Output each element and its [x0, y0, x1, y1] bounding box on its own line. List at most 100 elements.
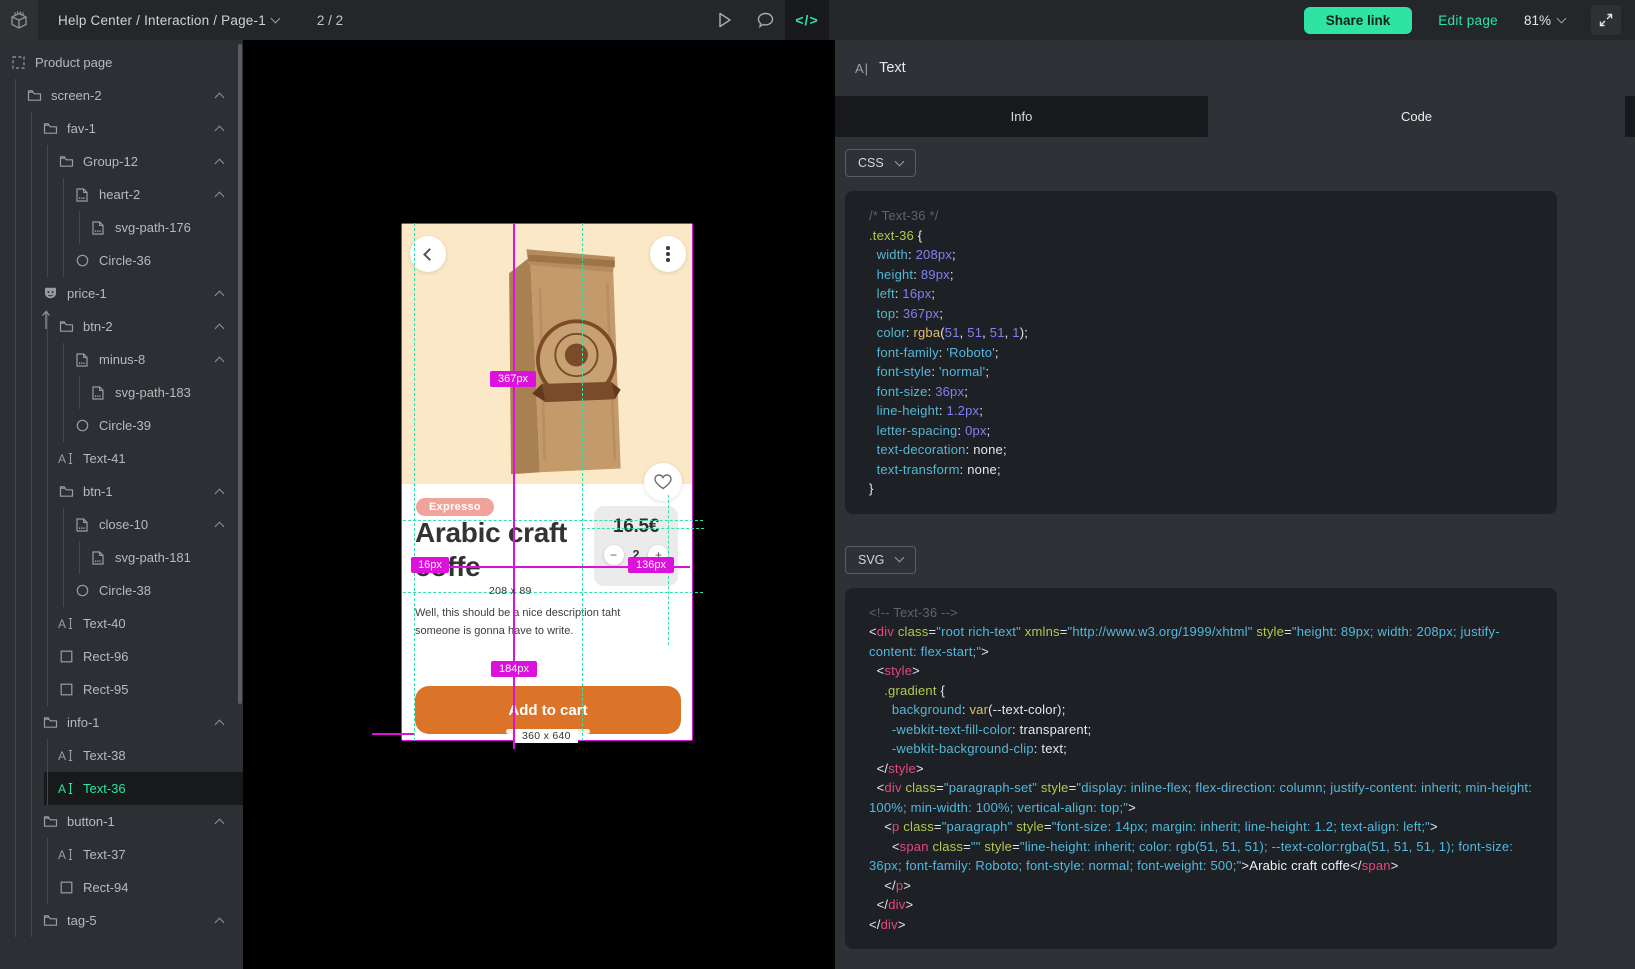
layer-label: Text-38 — [83, 748, 126, 763]
layer-minus-8[interactable]: minus-8 — [0, 343, 243, 376]
layer-Text-36[interactable]: AText-36 — [0, 772, 243, 805]
layer-label: Text-40 — [83, 616, 126, 631]
folder-icon — [42, 814, 58, 830]
chevron-up-icon[interactable] — [215, 918, 225, 928]
chevron-up-icon[interactable] — [215, 522, 225, 532]
layer-Group-12[interactable]: Group-12 — [0, 145, 243, 178]
code-line: <div class="root rich-text" xmlns="http:… — [869, 622, 1533, 661]
fullscreen-button[interactable] — [1591, 5, 1621, 35]
chevron-up-icon[interactable] — [215, 291, 225, 301]
chevron-down-icon[interactable] — [270, 13, 280, 23]
layer-Circle-38[interactable]: Circle-38 — [0, 574, 243, 607]
layer-label: tag-5 — [67, 913, 97, 928]
layer-price-1[interactable]: price-1 — [0, 277, 243, 310]
chevron-up-icon[interactable] — [215, 93, 225, 103]
favorite-button[interactable] — [644, 463, 682, 501]
code-line: -webkit-background-clip: text; — [869, 739, 1533, 759]
layer-Text-41[interactable]: AText-41 — [0, 442, 243, 475]
css-code-block[interactable]: /* Text-36 */.text-36 { width: 208px; he… — [845, 191, 1557, 514]
layer-screen-2[interactable]: screen-2 — [0, 79, 243, 112]
chevron-up-icon[interactable] — [215, 720, 225, 730]
code-line: background: var(--text-color); — [869, 700, 1533, 720]
chevron-up-icon[interactable] — [215, 126, 225, 136]
layer-Rect-94[interactable]: Rect-94 — [0, 871, 243, 904]
text-layer-icon: A| — [855, 61, 869, 76]
code-line: letter-spacing: 0px; — [869, 421, 1533, 441]
chevron-up-icon[interactable] — [215, 819, 225, 829]
layer-info-1[interactable]: info-1 — [0, 706, 243, 739]
chevron-up-icon[interactable] — [215, 357, 225, 367]
page-counter: 2 / 2 — [317, 13, 343, 28]
tab-code[interactable]: Code — [1208, 96, 1625, 137]
sidebar-scrollbar[interactable] — [238, 44, 242, 704]
menu-button[interactable] — [650, 236, 686, 272]
layer-button-1[interactable]: button-1 — [0, 805, 243, 838]
measurement-chip: 136px — [628, 557, 674, 573]
layer-tag-5[interactable]: tag-5 — [0, 904, 243, 937]
layer-btn-2[interactable]: btn-2 — [0, 310, 243, 343]
tab-info[interactable]: Info — [835, 96, 1208, 137]
layers-panel: Product page screen-2 fav-1 Group-12heart-2… — [0, 40, 243, 969]
edit-page-link[interactable]: Edit page — [1438, 13, 1498, 28]
layer-Circle-39[interactable]: Circle-39 — [0, 409, 243, 442]
category-tag[interactable]: Expresso — [416, 498, 494, 516]
product-description: Well, this should be a nice description … — [415, 605, 623, 640]
layer-label: Rect-94 — [83, 880, 129, 895]
code-line: width: 208px; — [869, 245, 1533, 265]
frame-icon — [10, 55, 26, 71]
svg-code-block[interactable]: <!-- Text-36 --><div class="root rich-te… — [845, 588, 1557, 950]
layer-svg-path-176[interactable]: svg-path-176 — [0, 211, 243, 244]
layer-label: minus-8 — [99, 352, 145, 367]
svgfile-icon — [90, 385, 106, 401]
layer-Text-40[interactable]: AText-40 — [0, 607, 243, 640]
text-icon: A — [58, 451, 74, 467]
layer-heart-2[interactable]: heart-2 — [0, 178, 243, 211]
app-logo[interactable] — [0, 0, 38, 40]
chevron-up-icon[interactable] — [215, 159, 225, 169]
zoom-control[interactable]: 81% — [1524, 13, 1565, 28]
text-icon: A — [58, 847, 74, 863]
decrease-quantity-button[interactable]: − — [604, 545, 624, 565]
layer-label: fav-1 — [67, 121, 96, 136]
svg-language-dropdown[interactable]: SVG — [845, 546, 916, 574]
layer-Product page[interactable]: Product page — [0, 46, 243, 79]
layer-btn-1[interactable]: btn-1 — [0, 475, 243, 508]
layer-label: Circle-36 — [99, 253, 151, 268]
add-to-cart-button[interactable]: Add to cart — [415, 686, 681, 734]
chevron-up-icon[interactable] — [215, 324, 225, 334]
preview-play-button[interactable] — [705, 0, 745, 40]
layer-Rect-95[interactable]: Rect-95 — [0, 673, 243, 706]
chevron-up-icon[interactable] — [215, 489, 225, 499]
layer-fav-1[interactable]: fav-1 — [0, 112, 243, 145]
css-language-dropdown[interactable]: CSS — [845, 149, 916, 177]
layer-label: Product page — [35, 55, 112, 70]
svg-text:A: A — [58, 848, 66, 861]
share-link-button[interactable]: Share link — [1304, 7, 1413, 34]
layer-label: button-1 — [67, 814, 115, 829]
layer-label: info-1 — [67, 715, 100, 730]
interaction-arrow-icon — [40, 308, 52, 330]
logo-icon — [8, 9, 30, 31]
zoom-value: 81% — [1524, 13, 1551, 28]
code-line: </style> — [869, 759, 1533, 779]
layer-svg-path-181[interactable]: svg-path-181 — [0, 541, 243, 574]
comment-button[interactable] — [745, 0, 785, 40]
layer-Text-38[interactable]: AText-38 — [0, 739, 243, 772]
folder-icon — [58, 484, 74, 500]
code-line: text-decoration: none; — [869, 440, 1533, 460]
layer-Rect-96[interactable]: Rect-96 — [0, 640, 243, 673]
layer-svg-path-183[interactable]: svg-path-183 — [0, 376, 243, 409]
breadcrumb-text: Help Center / Interaction / Page-1 — [58, 13, 266, 28]
layer-Text-37[interactable]: AText-37 — [0, 838, 243, 871]
code-icon: </> — [795, 12, 818, 28]
guide-line — [403, 592, 703, 593]
back-button[interactable] — [410, 236, 446, 272]
layer-Circle-36[interactable]: Circle-36 — [0, 244, 243, 277]
top-bar: Help Center / Interaction / Page-1 2 / 2… — [0, 0, 1635, 40]
chevron-up-icon[interactable] — [215, 192, 225, 202]
layer-close-10[interactable]: close-10 — [0, 508, 243, 541]
guide-line — [582, 223, 583, 741]
comment-icon — [757, 12, 774, 28]
breadcrumb[interactable]: Help Center / Interaction / Page-1 — [58, 13, 279, 28]
code-mode-button[interactable]: </> — [785, 0, 829, 40]
